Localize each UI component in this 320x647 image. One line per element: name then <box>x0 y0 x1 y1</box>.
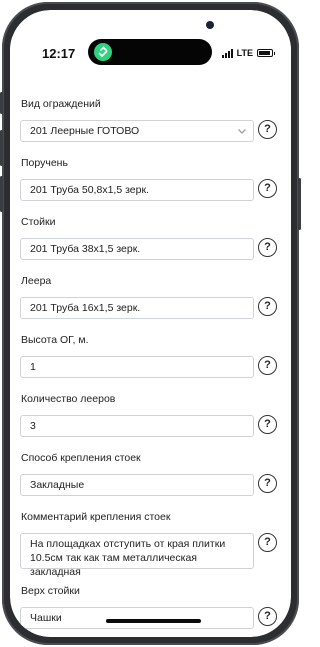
post-top-input[interactable]: Чашки <box>20 607 254 629</box>
field-label: Поручень <box>21 157 68 169</box>
volume-down-button <box>0 130 3 166</box>
mounting-comment-textarea[interactable]: На площадках отступить от края плитки 10… <box>20 533 254 578</box>
comment-line: На площадках отступить от края плитки <box>30 538 226 550</box>
help-button[interactable]: ? <box>258 297 277 316</box>
signal-bars-icon <box>221 48 233 58</box>
field-label: Высота ОГ, м. <box>21 334 89 346</box>
rails-input[interactable]: 201 Труба 16х1,5 зерк. <box>20 297 254 319</box>
screen: 12:17 LTE Вид ограждений 201 Леерные ГОТ… <box>10 10 291 637</box>
volume-button-lower <box>0 176 3 212</box>
help-button[interactable]: ? <box>258 179 277 198</box>
rail-count-input[interactable]: 3 <box>20 415 254 437</box>
help-button[interactable]: ? <box>258 120 277 139</box>
status-indicators: LTE <box>221 48 275 58</box>
select-value: 201 Леерные ГОТОВО <box>30 125 140 137</box>
mounting-method-input[interactable]: Закладные <box>20 474 254 496</box>
field-label: Верх стойки <box>21 585 80 597</box>
link-logo-icon <box>94 43 112 61</box>
battery-icon <box>257 49 275 57</box>
volume-up-button <box>0 92 3 114</box>
help-button[interactable]: ? <box>258 238 277 257</box>
dynamic-island <box>88 39 212 65</box>
help-button[interactable]: ? <box>258 415 277 434</box>
field-label: Стойки <box>21 216 56 228</box>
status-time: 12:17 <box>42 46 76 61</box>
help-button[interactable]: ? <box>258 356 277 375</box>
posts-input[interactable]: 201 Труба 38х1,5 зерк. <box>20 238 254 260</box>
field-label: Способ крепления стоек <box>21 452 141 464</box>
help-button[interactable]: ? <box>258 607 277 626</box>
status-bar: 12:17 LTE <box>10 10 291 70</box>
field-label: Комментарий крепления стоек <box>21 511 171 523</box>
guard-type-select[interactable]: 201 Леерные ГОТОВО <box>20 120 254 142</box>
help-button[interactable]: ? <box>258 533 277 552</box>
handrail-input[interactable]: 201 Труба 50,8х1,5 зерк. <box>20 179 254 201</box>
chevron-down-icon <box>238 129 246 134</box>
network-type: LTE <box>236 48 253 58</box>
field-label: Вид ограждений <box>21 98 101 110</box>
field-label: Количество лееров <box>21 393 116 405</box>
form-container[interactable]: Вид ограждений 201 Леерные ГОТОВО ? Пору… <box>10 70 291 637</box>
home-indicator[interactable] <box>106 619 201 623</box>
comment-line: 10.5см так как там металлическая закладн… <box>30 552 197 578</box>
phone-frame: 12:17 LTE Вид ограждений 201 Леерные ГОТ… <box>0 2 301 645</box>
help-button[interactable]: ? <box>258 474 277 493</box>
power-button <box>298 178 301 230</box>
field-label: Леера <box>21 275 52 287</box>
height-input[interactable]: 1 <box>20 356 254 378</box>
